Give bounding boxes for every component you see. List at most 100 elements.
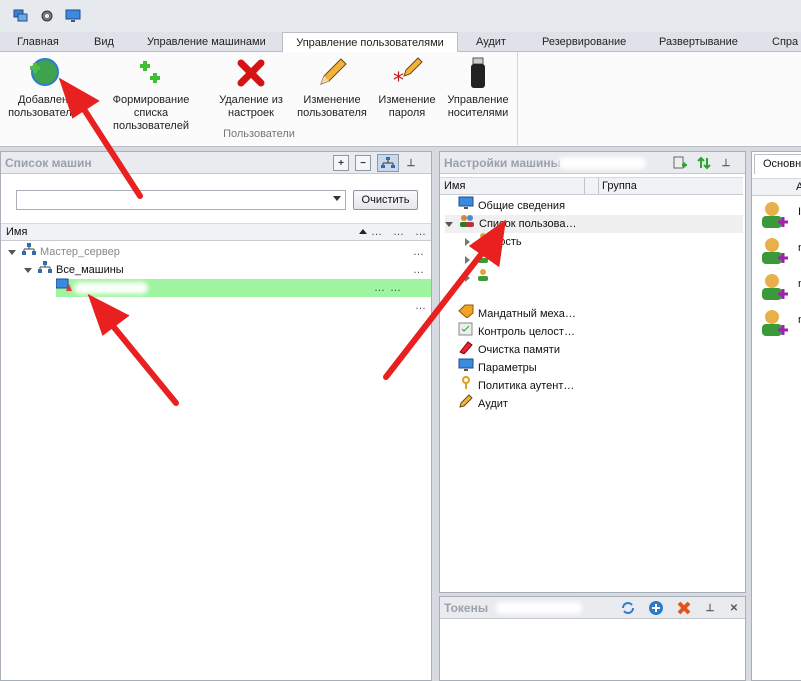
gear-icon[interactable] [38, 7, 56, 25]
collapsed-icon[interactable] [465, 238, 470, 246]
tab-machines[interactable]: Управление машинами [147, 32, 266, 52]
delete-token-icon[interactable] [676, 600, 692, 616]
item-label: Общие сведения [478, 200, 566, 212]
column-name[interactable]: Имя [6, 224, 27, 240]
tree-label: Мастер_сервер [40, 246, 120, 258]
edit-user-label-1: Изменение [303, 94, 361, 106]
tree-row-master[interactable]: Мастер_сервер … [8, 243, 432, 261]
column-extra-2[interactable]: … [393, 224, 405, 240]
column-name[interactable]: Имя [444, 178, 465, 194]
user-row[interactable]: n [760, 308, 801, 344]
tab-backup[interactable]: Резервирование [542, 32, 626, 52]
tree-label: Все_машины [56, 264, 124, 276]
add-user-globe-icon [26, 56, 60, 90]
tokens-panel-title: Токены [444, 600, 489, 615]
pencil-icon [458, 394, 474, 414]
item-label: Параметры [478, 362, 537, 374]
item-label: Политика аутент… [478, 380, 575, 392]
edit-user-button[interactable]: Изменение пользователя [293, 56, 371, 120]
item-label: Аудит [478, 398, 508, 410]
tokens-panel-header: Токены ⊥ ✕ [440, 597, 745, 619]
expand-all-icon[interactable]: + [333, 155, 349, 171]
red-x-icon [234, 56, 268, 90]
expand-icon[interactable] [445, 221, 453, 227]
tab-audit[interactable]: Аудит [476, 32, 506, 52]
settings-item-userlist[interactable]: Список пользова… [445, 215, 743, 233]
tab-home[interactable]: Главная [17, 32, 59, 52]
add-user-button[interactable]: Добавлен пользователе [4, 56, 82, 120]
users-icon [459, 214, 475, 234]
ribbon: Добавлен пользователе Формирование списк… [0, 52, 801, 147]
clear-button[interactable]: Очистить [353, 190, 418, 210]
settings-item-general[interactable]: Общие сведения [458, 196, 566, 215]
export-icon[interactable] [672, 155, 688, 171]
machines-column-header: Имя … … … [1, 223, 431, 241]
item-label: Список пользова… [479, 218, 577, 230]
quick-access-toolbar [0, 0, 801, 32]
remove-label-2: настроек [228, 107, 274, 119]
settings-item-user-3[interactable] [465, 269, 573, 287]
change-password-label-2: пароля [388, 107, 426, 119]
tab-deploy[interactable]: Развертывание [659, 32, 738, 52]
settings-item-params[interactable]: Параметры [458, 358, 537, 377]
usb-drive-icon [461, 56, 495, 90]
pin-icon[interactable]: ⊥ [704, 600, 716, 616]
settings-item-audit[interactable]: Аудит [458, 394, 508, 414]
monitor-icon[interactable] [64, 7, 82, 25]
key-icon [458, 376, 474, 396]
settings-item-memory[interactable]: Очистка памяти [458, 341, 560, 359]
tree-row-empty[interactable]: … [44, 297, 432, 315]
tab-users[interactable]: Управление пользователями [282, 32, 458, 53]
settings-item-mandatory[interactable]: Мандатный меха… [458, 304, 576, 323]
pin-icon[interactable]: ⊥ [720, 155, 732, 171]
settings-item-guest[interactable]: Гость [465, 233, 522, 251]
tab-help[interactable]: Спра [772, 32, 798, 52]
add-token-icon[interactable] [648, 600, 664, 616]
pin-icon[interactable]: ⊥ [405, 155, 417, 171]
ribbon-tabs: Главная Вид Управление машинами Управлен… [0, 32, 801, 53]
manage-media-label-2: носителями [447, 107, 509, 119]
settings-panel-header: Настройки машины ⊥ [440, 152, 745, 174]
windows-icon[interactable] [12, 7, 30, 25]
collapse-all-icon[interactable]: − [355, 155, 371, 171]
manage-media-label-1: Управление [447, 94, 509, 106]
expand-icon[interactable] [24, 267, 32, 273]
collapsed-icon[interactable] [465, 256, 470, 264]
refresh-icon[interactable] [620, 600, 636, 616]
tokens-panel: Токены ⊥ ✕ [439, 596, 746, 681]
network-tree-icon[interactable] [377, 154, 399, 172]
change-password-button[interactable]: * Изменение пароля [376, 56, 438, 120]
svg-text:*: * [393, 69, 404, 90]
plus-plus-icon [134, 56, 168, 90]
chevron-down-icon[interactable] [333, 196, 341, 201]
checklist-icon [458, 322, 474, 342]
column-extra-3[interactable]: … [415, 224, 427, 240]
item-label: Контроль целост… [478, 326, 575, 338]
settings-item-user-2[interactable] [465, 251, 559, 269]
tab-view[interactable]: Вид [94, 32, 114, 52]
user-row[interactable]: I [760, 200, 801, 236]
right-column-header: А [752, 178, 801, 196]
column-group[interactable]: Группа [602, 178, 637, 194]
user-row[interactable]: n [760, 272, 801, 308]
manage-media-button[interactable]: Управление носителями [444, 56, 512, 120]
tree-row-machine-selected[interactable]: … … [55, 278, 431, 297]
collapsed-icon[interactable] [465, 274, 470, 282]
tree-row-all-machines[interactable]: Все_машины … [24, 261, 432, 279]
expand-icon[interactable] [8, 249, 16, 255]
tab-main[interactable]: Основна [754, 154, 801, 174]
close-icon[interactable]: ✕ [728, 600, 740, 616]
machines-panel-header: Список машин + − ⊥ [1, 152, 431, 174]
column-a[interactable]: А [796, 179, 801, 195]
row-dots: … [413, 264, 425, 276]
edit-user-label-2: пользователя [297, 107, 367, 119]
item-label: Гость [494, 236, 522, 248]
sort-arrows-icon[interactable] [696, 155, 712, 171]
user-row[interactable]: n [760, 236, 801, 272]
build-user-list-button[interactable]: Формирование списка пользователей [94, 56, 208, 133]
machine-search-input[interactable] [16, 190, 346, 210]
column-extra-1[interactable]: … [371, 224, 383, 240]
settings-item-auth-policy[interactable]: Политика аутент… [458, 376, 575, 396]
settings-item-integrity[interactable]: Контроль целост… [458, 322, 575, 342]
remove-from-settings-button[interactable]: Удаление из настроек [215, 56, 287, 120]
